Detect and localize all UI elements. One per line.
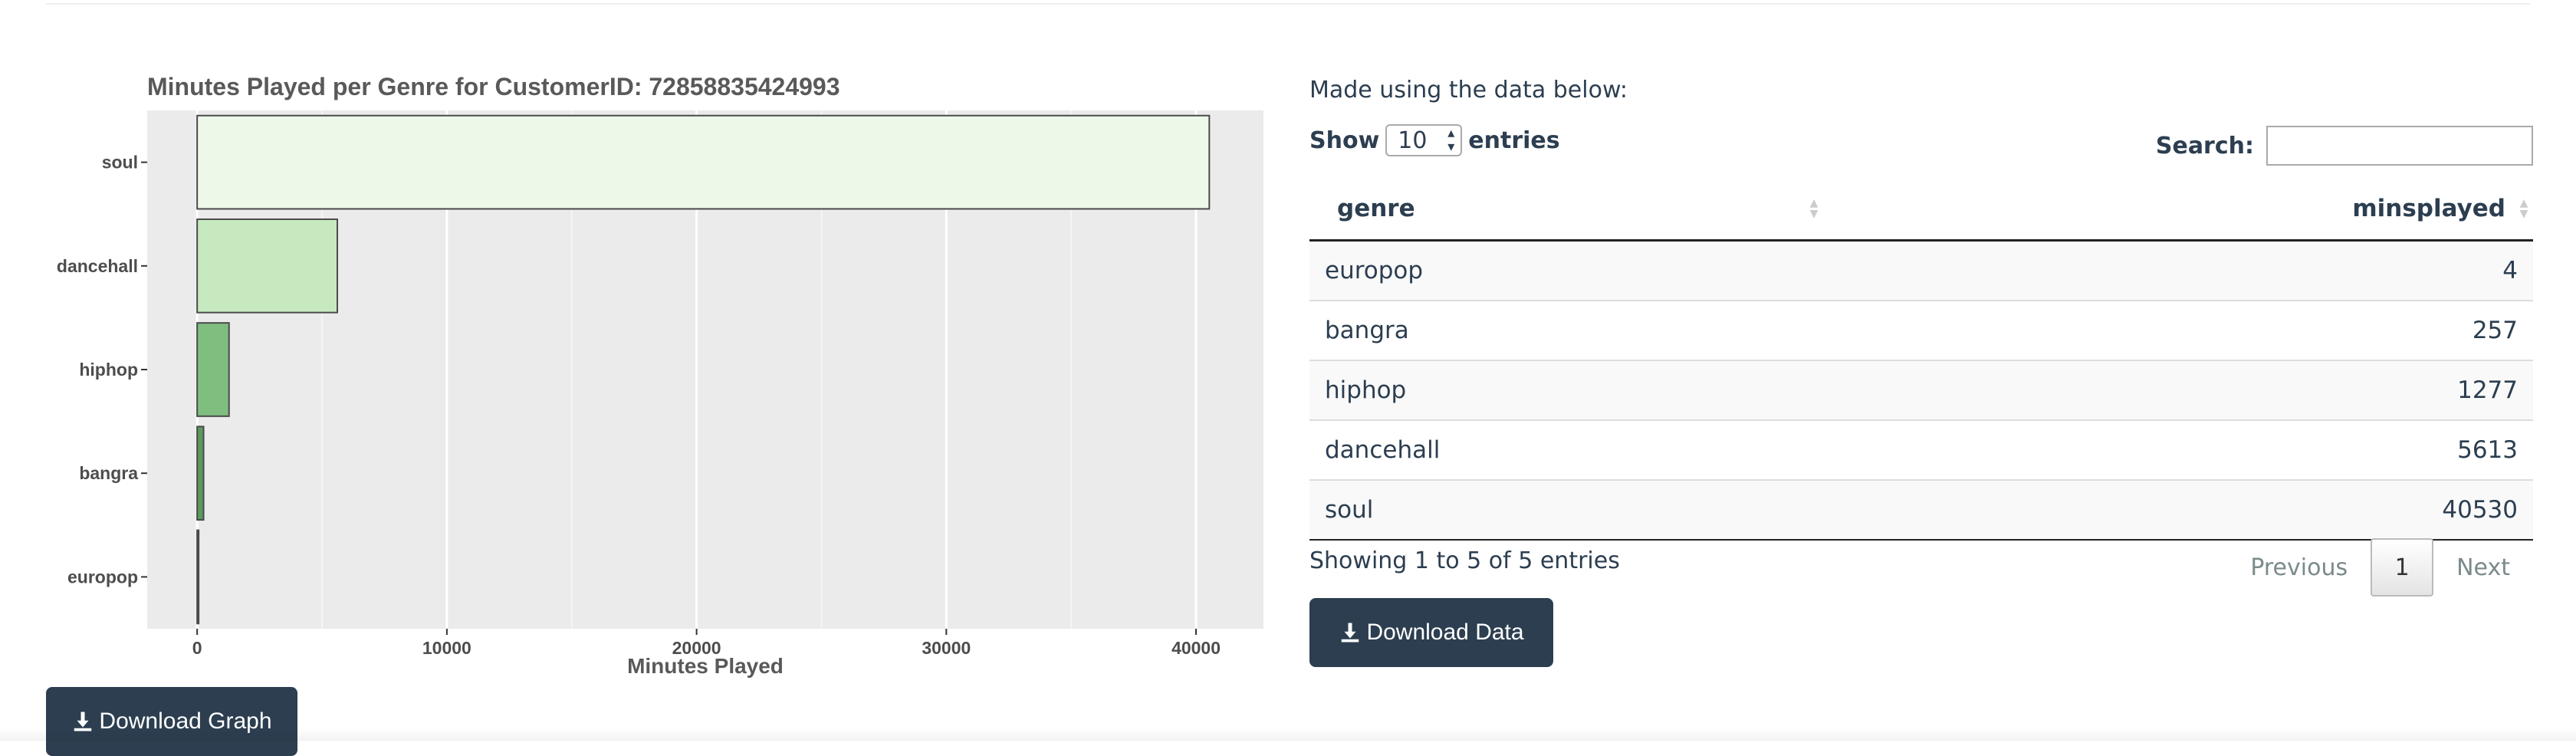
y-tick-label: europop: [67, 567, 138, 587]
search-label: Search:: [2155, 132, 2254, 159]
cell-minsplayed: 1277: [1982, 360, 2533, 420]
column-header-minsplayed-label: minsplayed: [2352, 195, 2505, 222]
cell-genre: hiphop: [1309, 360, 1983, 420]
show-label: Show: [1309, 127, 1380, 154]
search-input[interactable]: [2266, 126, 2533, 166]
next-page-button[interactable]: Next: [2433, 554, 2533, 581]
data-table: genre ▲ ▼ minsplayed ▲ ▼ europop 4 bangra …: [1309, 178, 2533, 541]
page-1-button[interactable]: 1: [2371, 538, 2434, 597]
bottom-shadow: [0, 728, 2576, 741]
entries-label: entries: [1468, 127, 1560, 154]
cell-genre: soul: [1309, 479, 1983, 541]
bar-soul: [196, 114, 1211, 210]
y-tick-label: bangra: [79, 463, 138, 483]
column-header-genre-label: genre: [1337, 195, 1415, 222]
x-tick-label: 10000: [422, 638, 472, 658]
table-row: europop 4: [1309, 239, 2533, 301]
cell-minsplayed: 40530: [1982, 479, 2533, 541]
chart-title: Minutes Played per Genre for CustomerID:…: [147, 73, 840, 100]
download-graph-button[interactable]: Download Graph: [46, 687, 297, 756]
download-data-label: Download Data: [1366, 620, 1524, 645]
cell-genre: dancehall: [1309, 419, 1983, 480]
made-using-text: Made using the data below:: [1309, 77, 1628, 104]
cell-minsplayed: 5613: [1982, 419, 2533, 480]
sort-icon: ▲ ▼: [2519, 197, 2528, 220]
column-header-minsplayed[interactable]: minsplayed ▲ ▼: [1982, 178, 2533, 242]
cell-genre: europop: [1309, 239, 1983, 301]
y-tick-label: soul: [102, 153, 138, 173]
table-info: Showing 1 to 5 of 5 entries: [1309, 547, 1620, 574]
previous-page-button[interactable]: Previous: [2227, 554, 2371, 581]
page-length-value: 10: [1398, 127, 1428, 154]
x-tick-label: 30000: [922, 638, 971, 658]
x-tick-label: 40000: [1171, 638, 1221, 658]
cell-minsplayed: 257: [1982, 300, 2533, 360]
download-data-button[interactable]: Download Data: [1309, 598, 1553, 667]
bar-europop: [196, 529, 200, 625]
search-control: Search:: [2156, 126, 2533, 166]
x-axis-label: Minutes Played: [627, 654, 784, 678]
genre-bar-chart: Minutes Played per Genre for CustomerID:…: [57, 73, 1263, 678]
cell-genre: bangra: [1309, 300, 1983, 360]
download-icon: [1342, 623, 1359, 643]
bar-hiphop: [196, 322, 230, 417]
pagination: Previous 1 Next: [2227, 538, 2533, 597]
table-row: soul 40530: [1309, 479, 2533, 541]
table-row: dancehall 5613: [1309, 419, 2533, 480]
y-tick-label: hiphop: [79, 360, 138, 380]
column-header-genre[interactable]: genre ▲ ▼: [1309, 178, 1983, 242]
table-header-row: genre ▲ ▼ minsplayed ▲ ▼: [1309, 178, 2533, 242]
bar-bangra: [196, 426, 205, 521]
sort-icon: ▲ ▼: [1809, 197, 1819, 220]
y-tick-label: dancehall: [57, 256, 138, 276]
select-arrow-icon: ▴ ▾: [1447, 125, 1455, 155]
page-length-control: Show 10 ▴ ▾ entries: [1309, 124, 1560, 156]
table-row: hiphop 1277: [1309, 360, 2533, 420]
bar-dancehall: [196, 218, 338, 314]
x-tick-label: 0: [192, 638, 202, 658]
page-length-select[interactable]: 10 ▴ ▾: [1385, 124, 1463, 156]
cell-minsplayed: 4: [1982, 239, 2533, 301]
table-row: bangra 257: [1309, 300, 2533, 360]
